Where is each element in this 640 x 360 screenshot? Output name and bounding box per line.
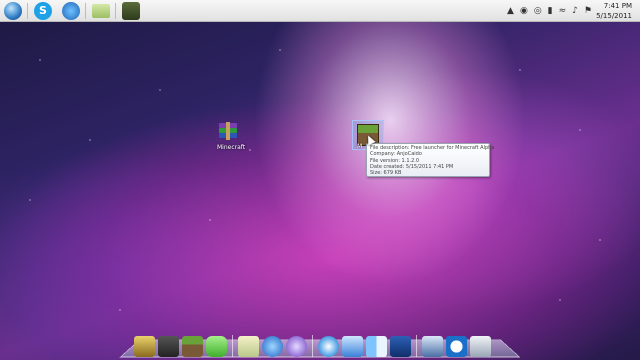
folder-icon[interactable]: [92, 4, 110, 18]
desktop-icon-minecraft-archive[interactable]: [217, 122, 239, 140]
dock-separator: [416, 335, 417, 357]
arrow-up-icon[interactable]: ▲: [507, 6, 514, 16]
taskbar-separator: [85, 3, 86, 19]
system-tray: ▲ ◉ ◎ ▮ ≈ ♪ ⚑: [507, 6, 592, 16]
dock-separator: [312, 335, 313, 357]
itunes-icon[interactable]: [262, 336, 283, 357]
minecraft-taskbar-icon[interactable]: [122, 2, 140, 20]
battery-icon[interactable]: ▮: [548, 6, 553, 16]
tooltip-size: Size: 679 KB: [370, 170, 402, 177]
taskbar-separator: [27, 3, 28, 19]
safari-icon[interactable]: [318, 336, 339, 357]
winrar-archive-icon: [217, 122, 239, 140]
desktop-icon-label: Minecraft: [217, 144, 246, 151]
beer-bottles-icon[interactable]: [134, 336, 155, 357]
clock[interactable]: 7:41 PM 5/15/2011: [596, 1, 632, 21]
steam-icon[interactable]: [158, 336, 179, 357]
dock: [134, 331, 491, 357]
notepad-icon[interactable]: [238, 336, 259, 357]
file-info-tooltip: File description: Free launcher for Mine…: [366, 143, 494, 177]
start-orb-icon[interactable]: [4, 2, 22, 20]
taskbar: S ▲ ◉ ◎ ▮ ≈ ♪ ⚑ 7:41 PM 5/15/2011: [0, 0, 640, 22]
finder-icon[interactable]: [366, 336, 387, 357]
intel-icon[interactable]: [446, 336, 467, 357]
dock-separator: [232, 335, 233, 357]
monitor-icon[interactable]: [422, 336, 443, 357]
mail-icon[interactable]: [342, 336, 363, 357]
minecraft-icon[interactable]: [182, 336, 203, 357]
speaker-icon[interactable]: ♪: [572, 6, 578, 16]
torrent-icon[interactable]: [286, 336, 307, 357]
messages-icon[interactable]: [206, 336, 227, 357]
desktop-icon-label: M: [357, 143, 363, 150]
wifi-icon[interactable]: ≈: [559, 6, 567, 16]
clock-date: 5/15/2011: [596, 12, 632, 20]
photoshop-icon[interactable]: [390, 336, 411, 357]
taskbar-separator: [115, 3, 116, 19]
skype-tray-icon[interactable]: ◉: [520, 6, 528, 16]
volume-icon[interactable]: ◎: [534, 6, 542, 16]
skype-icon[interactable]: S: [34, 2, 52, 20]
internet-explorer-icon[interactable]: [62, 2, 80, 20]
wallpaper-stars: [0, 0, 640, 360]
flag-icon[interactable]: ⚑: [584, 6, 592, 16]
trash-icon[interactable]: [470, 336, 491, 357]
clock-time: 7:41 PM: [603, 2, 632, 10]
